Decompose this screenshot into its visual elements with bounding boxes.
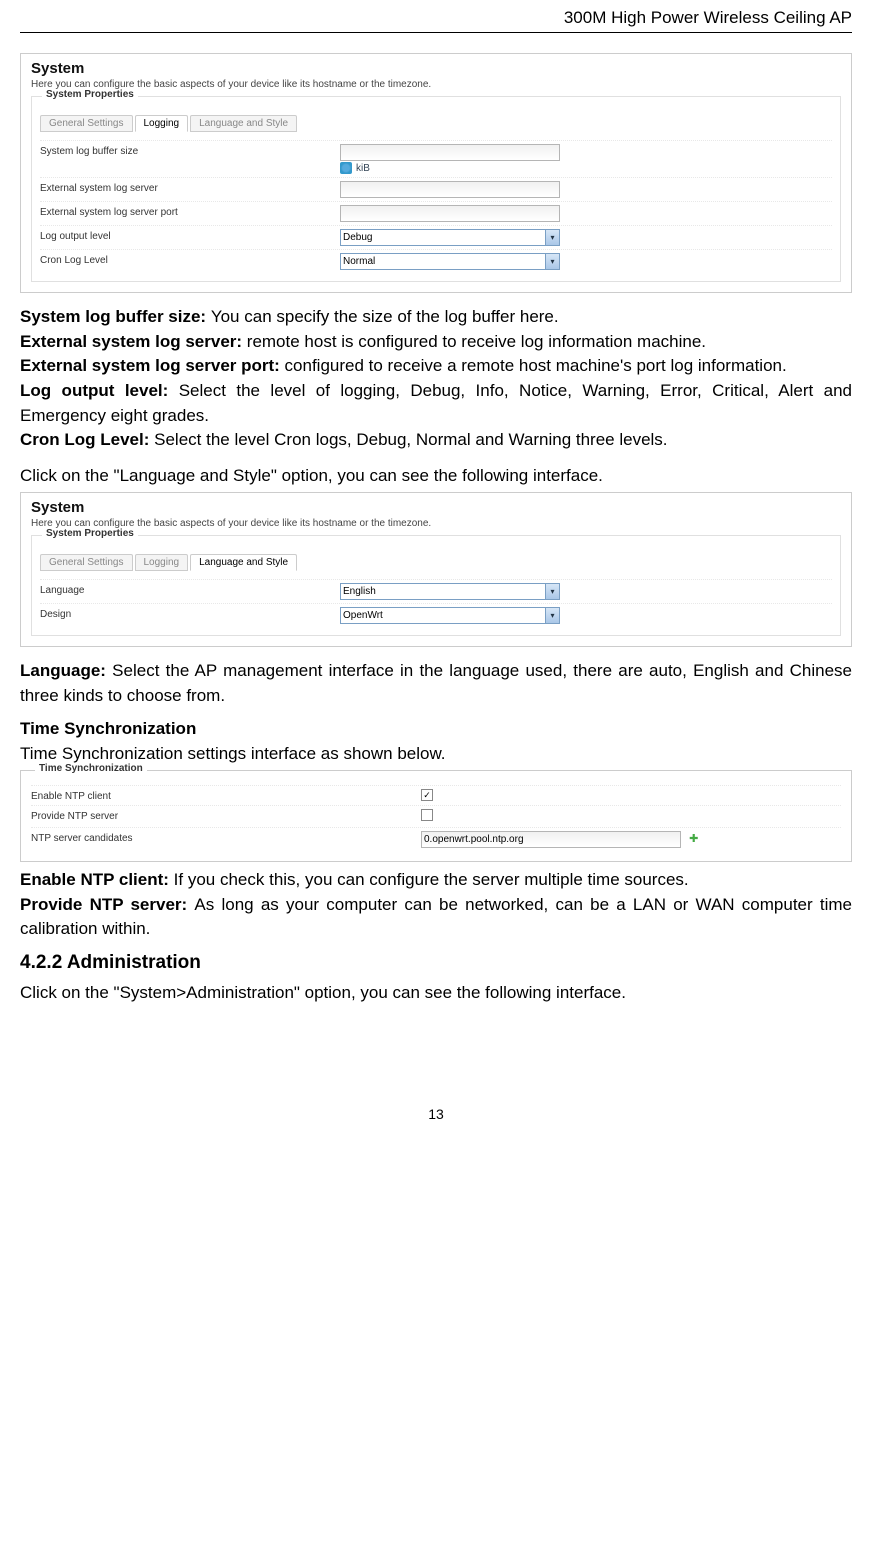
chevron-down-icon: ▾	[545, 608, 559, 623]
desc-cron-t: Select the level Cron logs, Debug, Norma…	[154, 430, 667, 449]
desc-language: Language: Select the AP management inter…	[20, 659, 852, 708]
time-sync-heading: Time Synchronization	[20, 719, 852, 739]
label-enable-ntp: Enable NTP client	[31, 789, 421, 802]
reset-icon[interactable]	[340, 162, 352, 174]
select-cron-level[interactable]: Normal ▾	[340, 253, 560, 270]
row-ext-port: External system log server port	[40, 201, 832, 225]
desc-buffer: System log buffer size: You can specify …	[20, 305, 852, 453]
select-language[interactable]: English ▾	[340, 583, 560, 600]
input-ext-server[interactable]	[340, 181, 560, 198]
row-provide-ntp: Provide NTP server	[31, 805, 841, 827]
tab-logging[interactable]: Logging	[135, 115, 189, 132]
desc-provide-b: Provide NTP server:	[20, 895, 194, 914]
admin-heading: 4.2.2 Administration	[20, 952, 852, 974]
desc-ext-b: External system log server:	[20, 332, 247, 351]
tab-language-style[interactable]: Language and Style	[190, 554, 297, 571]
admin-text: Click on the "System>Administration" opt…	[20, 980, 852, 1006]
fieldset-legend: System Properties	[42, 89, 138, 100]
row-buffer-size: System log buffer size kiB	[40, 140, 832, 177]
chevron-down-icon: ▾	[545, 584, 559, 599]
desc-buffer-t: You can specify the size of the log buff…	[211, 307, 559, 326]
row-log-level: Log output level Debug ▾	[40, 225, 832, 249]
time-sync-legend: Time Synchronization	[35, 763, 147, 774]
system-panel-language: System Here you can configure the basic …	[20, 492, 852, 647]
desc-lang-t: Select the AP management interface in th…	[20, 661, 852, 705]
desc-lang-b: Language:	[20, 661, 112, 680]
system-properties-fieldset: System Properties General Settings Loggi…	[31, 96, 841, 282]
tabs: General Settings Logging Language and St…	[40, 115, 832, 132]
checkbox-provide-ntp[interactable]	[421, 809, 433, 821]
select-log-level[interactable]: Debug ▾	[340, 229, 560, 246]
label-ntp-candidates: NTP server candidates	[31, 831, 421, 844]
label-ext-server: External system log server	[40, 181, 340, 194]
tab-general-settings[interactable]: General Settings	[40, 554, 133, 571]
desc-port-t: configured to receive a remote host mach…	[285, 356, 787, 375]
chevron-down-icon: ▾	[545, 254, 559, 269]
system-panel-logging: System Here you can configure the basic …	[20, 53, 852, 293]
desc-port-b: External system log server port:	[20, 356, 285, 375]
time-sync-panel: Time Synchronization Enable NTP client ✓…	[20, 770, 852, 862]
select-language-value: English	[343, 586, 376, 597]
desc-enable-t: If you check this, you can configure the…	[174, 870, 689, 889]
panel-desc: Here you can configure the basic aspects…	[31, 79, 841, 90]
checkbox-enable-ntp[interactable]: ✓	[421, 789, 433, 801]
row-ext-server: External system log server	[40, 177, 832, 201]
row-language: Language English ▾	[40, 579, 832, 603]
select-cron-value: Normal	[343, 256, 375, 267]
label-provide-ntp: Provide NTP server	[31, 809, 421, 822]
label-log-level: Log output level	[40, 229, 340, 242]
desc-ntp: Enable NTP client: If you check this, yo…	[20, 868, 852, 942]
desc-enable-b: Enable NTP client:	[20, 870, 174, 889]
chevron-down-icon: ▾	[545, 230, 559, 245]
desc-ext-t: remote host is configured to receive log…	[247, 332, 706, 351]
panel-desc: Here you can configure the basic aspects…	[31, 518, 841, 529]
fieldset-legend: System Properties	[42, 528, 138, 539]
row-design: Design OpenWrt ▾	[40, 603, 832, 627]
label-language: Language	[40, 583, 340, 596]
tabs: General Settings Logging Language and St…	[40, 554, 832, 571]
system-properties-fieldset: System Properties General Settings Loggi…	[31, 535, 841, 636]
row-ntp-candidates: NTP server candidates ✚	[31, 827, 841, 851]
lang-style-intro: Click on the "Language and Style" option…	[20, 463, 852, 489]
select-design[interactable]: OpenWrt ▾	[340, 607, 560, 624]
input-buffer-size[interactable]	[340, 144, 560, 161]
tab-logging[interactable]: Logging	[135, 554, 189, 571]
panel-title: System	[31, 60, 841, 77]
panel-title: System	[31, 499, 841, 516]
input-ext-port[interactable]	[340, 205, 560, 222]
unit-kib: kiB	[356, 163, 370, 174]
label-cron-level: Cron Log Level	[40, 253, 340, 266]
input-ntp-candidate[interactable]	[421, 831, 681, 848]
tab-language-style[interactable]: Language and Style	[190, 115, 297, 132]
row-enable-ntp: Enable NTP client ✓	[31, 785, 841, 805]
select-design-value: OpenWrt	[343, 610, 383, 621]
page-header: 300M High Power Wireless Ceiling AP	[20, 0, 852, 33]
tab-general-settings[interactable]: General Settings	[40, 115, 133, 132]
add-icon[interactable]: ✚	[688, 833, 700, 845]
desc-cron-b: Cron Log Level:	[20, 430, 154, 449]
label-buffer-size: System log buffer size	[40, 144, 340, 157]
desc-buffer-b: System log buffer size:	[20, 307, 211, 326]
label-design: Design	[40, 607, 340, 620]
desc-lvl-b: Log output level:	[20, 381, 179, 400]
label-ext-port: External system log server port	[40, 205, 340, 218]
row-cron-level: Cron Log Level Normal ▾	[40, 249, 832, 273]
page-number: 13	[20, 1106, 852, 1122]
select-log-level-value: Debug	[343, 232, 372, 243]
